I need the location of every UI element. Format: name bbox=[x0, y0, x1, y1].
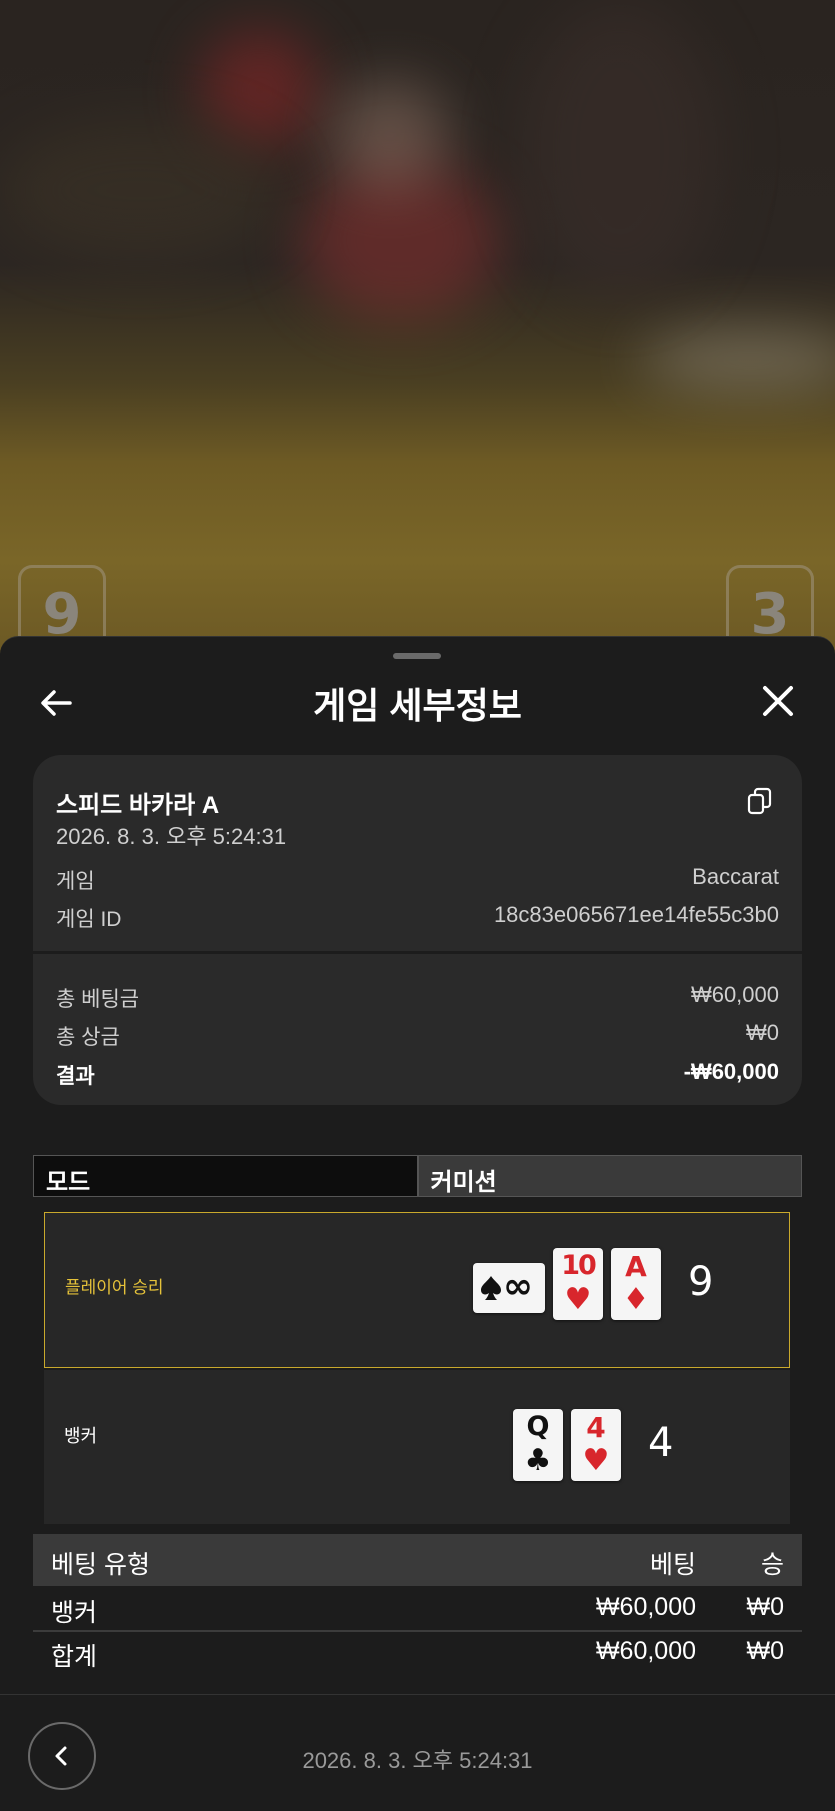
column-header-win: 승 bbox=[760, 1551, 784, 1579]
diamond-icon: ♦ bbox=[622, 1282, 650, 1317]
table-row: 뱅커 ₩60,000 ₩0 bbox=[33, 1589, 802, 1631]
player-hand-row: 플레이어 승리 ∞ 10 ♥ A ♦ 9 bbox=[44, 1212, 790, 1368]
banker-label: 뱅커 bbox=[64, 1426, 98, 1446]
column-header-bet: 베팅 bbox=[649, 1551, 696, 1579]
total-bet-amount: ₩60,000 bbox=[595, 1637, 696, 1665]
mode-tabs: 모드 커미션 bbox=[33, 1155, 802, 1197]
player-result-label: 플레이어 승리 bbox=[65, 1278, 164, 1297]
playing-card: Q ♣ bbox=[513, 1409, 563, 1481]
video-background: 9 3 bbox=[0, 0, 835, 660]
card-rank: ∞ bbox=[503, 1266, 533, 1307]
total-win-value: ₩0 bbox=[746, 1020, 779, 1045]
game-name: 스피드 바카라 A bbox=[56, 792, 220, 819]
card-rank: A bbox=[625, 1250, 647, 1283]
scene-blur bbox=[330, 80, 450, 190]
result-label: 결과 bbox=[56, 1065, 95, 1088]
scene-blur bbox=[640, 330, 835, 390]
playing-card: ∞ bbox=[473, 1263, 545, 1313]
drag-handle[interactable] bbox=[393, 653, 441, 659]
win-amount: ₩0 bbox=[746, 1593, 785, 1621]
player-total: 9 bbox=[688, 1259, 714, 1305]
result-value: -₩60,000 bbox=[683, 1059, 779, 1084]
scene-blur bbox=[520, 0, 720, 300]
close-button[interactable] bbox=[758, 681, 798, 721]
copy-icon bbox=[747, 787, 772, 815]
playing-card: A ♦ bbox=[611, 1248, 661, 1320]
heart-icon: ♥ bbox=[564, 1282, 592, 1317]
total-win-amount: ₩0 bbox=[746, 1637, 785, 1665]
divider bbox=[33, 1630, 802, 1632]
playing-card: 4 ♥ bbox=[571, 1409, 621, 1481]
bet-amount: ₩60,000 bbox=[595, 1593, 696, 1621]
tab-mode[interactable]: 모드 bbox=[34, 1156, 419, 1196]
column-header-type: 베팅 유형 bbox=[51, 1551, 150, 1579]
game-value: Baccarat bbox=[692, 864, 779, 889]
total-bet-label: 총 베팅금 bbox=[56, 988, 140, 1011]
card-rank: Q bbox=[526, 1411, 550, 1442]
banker-hand-row: 뱅커 Q ♣ 4 ♥ 4 bbox=[44, 1370, 790, 1524]
banker-total: 4 bbox=[648, 1420, 674, 1466]
playing-card: 10 ♥ bbox=[553, 1248, 603, 1320]
total-label: 합계 bbox=[51, 1643, 98, 1671]
divider bbox=[33, 951, 802, 954]
game-details-sheet: 게임 세부정보 스피드 바카라 A 2026. 8. 3. 오후 5:24:31… bbox=[0, 636, 835, 1811]
bet-type: 뱅커 bbox=[51, 1599, 98, 1627]
page-title: 게임 세부정보 bbox=[313, 685, 522, 726]
club-icon: ♣ bbox=[524, 1443, 552, 1478]
game-id-label: 게임 ID bbox=[56, 908, 122, 931]
close-icon bbox=[763, 686, 793, 716]
total-win-label: 총 상금 bbox=[56, 1026, 120, 1049]
bets-table-header: 베팅 유형 베팅 승 bbox=[33, 1534, 802, 1586]
copy-button[interactable] bbox=[747, 787, 773, 815]
game-id-value: 18c83e065671ee14fe55c3b0 bbox=[493, 902, 779, 927]
game-summary-card: 스피드 바카라 A 2026. 8. 3. 오후 5:24:31 게임 Bacc… bbox=[33, 755, 802, 1105]
game-datetime: 2026. 8. 3. 오후 5:24:31 bbox=[56, 824, 287, 849]
card-rank: 10 bbox=[561, 1250, 597, 1281]
game-label: 게임 bbox=[56, 870, 95, 893]
card-rank: 4 bbox=[586, 1411, 606, 1444]
table-total-row: 합계 ₩60,000 ₩0 bbox=[33, 1633, 802, 1675]
total-bet-value: ₩60,000 bbox=[690, 982, 779, 1007]
tab-commission[interactable]: 커미션 bbox=[418, 1156, 801, 1196]
divider bbox=[0, 1694, 835, 1695]
heart-icon: ♥ bbox=[582, 1443, 610, 1478]
round-datetime: 2026. 8. 3. 오후 5:24:31 bbox=[302, 1748, 533, 1773]
scene-blur bbox=[0, 120, 280, 260]
